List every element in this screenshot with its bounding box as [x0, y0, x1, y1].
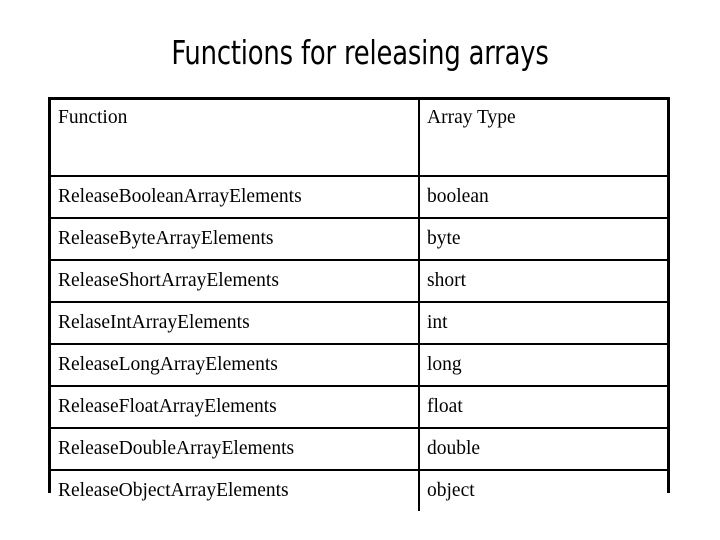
table-header-row: Function Array Type	[51, 100, 667, 177]
table-row: ReleaseByteArrayElements byte	[51, 218, 667, 261]
table-row: ReleaseDoubleArrayElements double	[51, 428, 667, 471]
table-body: Function Array Type ReleaseBooleanArrayE…	[51, 100, 667, 511]
cell-function-name: RelaseIntArrayElements	[51, 302, 420, 345]
cell-function-name: ReleaseLongArrayElements	[51, 344, 420, 387]
cell-array-type: double	[419, 428, 667, 471]
table-row: ReleaseFloatArrayElements float	[51, 386, 667, 429]
cell-function-name: ReleaseShortArrayElements	[51, 260, 420, 303]
column-header-array-type: Array Type	[419, 100, 667, 177]
table-row: ReleaseShortArrayElements short	[51, 260, 667, 303]
cell-function-name: ReleaseDoubleArrayElements	[51, 428, 420, 471]
cell-function-name: ReleaseByteArrayElements	[51, 218, 420, 261]
cell-array-type: object	[427, 480, 475, 501]
functions-table-container: Function Array Type ReleaseBooleanArrayE…	[48, 97, 670, 511]
page-title: Functions for releasing arrays	[171, 33, 549, 72]
slide: Functions for releasing arrays Function …	[0, 0, 720, 540]
cell-array-type: short	[419, 260, 667, 303]
cell-function-name: ReleaseFloatArrayElements	[51, 386, 420, 429]
cell-function-name: ReleaseObjectArrayElements	[51, 470, 420, 511]
table-row: RelaseIntArrayElements int	[51, 302, 667, 345]
cell-array-type: boolean	[419, 176, 667, 219]
cell-array-type: int	[419, 302, 667, 345]
cell-array-type: float	[419, 386, 667, 429]
cell-array-type: byte	[419, 218, 667, 261]
table-row: ReleaseObjectArrayElements object	[51, 470, 667, 511]
functions-table: Function Array Type ReleaseBooleanArrayE…	[51, 100, 667, 511]
table-row: ReleaseBooleanArrayElements boolean	[51, 176, 667, 219]
column-header-function: Function	[51, 100, 420, 177]
cell-function-name: ReleaseBooleanArrayElements	[51, 176, 420, 219]
cell-array-type: long	[419, 344, 667, 387]
table-row: ReleaseLongArrayElements long	[51, 344, 667, 387]
